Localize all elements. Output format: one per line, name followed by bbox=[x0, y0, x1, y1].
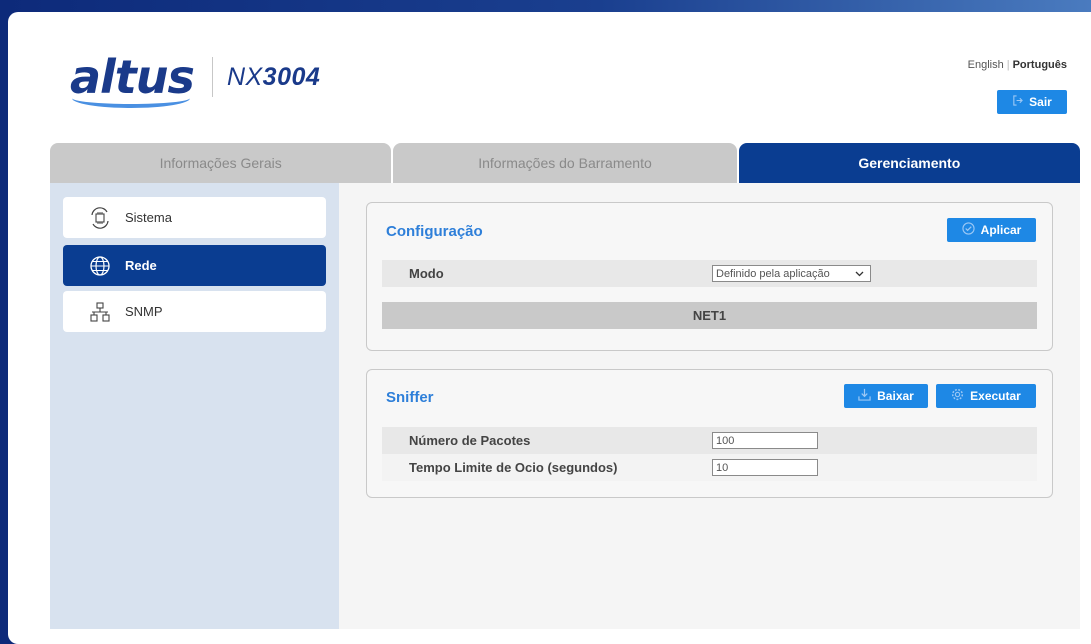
main-tabs: Informações Gerais Informações do Barram… bbox=[50, 143, 1080, 183]
sidebar-item-label: Rede bbox=[125, 258, 157, 273]
mode-row: Modo Definido pela aplicação bbox=[382, 260, 1037, 287]
main-content: Configuração Aplicar Modo Definido pela … bbox=[339, 183, 1080, 629]
download-label: Baixar bbox=[877, 389, 914, 403]
logo-divider bbox=[211, 57, 213, 97]
sidebar-item-sistema[interactable]: Sistema bbox=[63, 197, 326, 238]
chevron-down-icon bbox=[855, 268, 864, 280]
brand-name: altus bbox=[70, 50, 195, 104]
sniffer-title: Sniffer bbox=[386, 389, 434, 406]
download-icon bbox=[858, 388, 871, 404]
sidebar-item-label: Sistema bbox=[125, 210, 172, 225]
lang-portugues-link[interactable]: Português bbox=[1013, 59, 1067, 71]
timeout-row: Tempo Limite de Ocio (segundos) bbox=[382, 454, 1037, 481]
model-prefix: NX bbox=[226, 62, 263, 91]
system-icon bbox=[87, 206, 113, 229]
timeout-label: Tempo Limite de Ocio (segundos) bbox=[409, 460, 618, 475]
logo-swoosh bbox=[72, 98, 190, 108]
model-number: 3004 bbox=[262, 62, 321, 91]
sniffer-panel: Sniffer Baixar Executar Número de Pacote… bbox=[366, 369, 1053, 498]
logout-label: Sair bbox=[1029, 95, 1052, 109]
language-switcher: English | Português bbox=[968, 59, 1067, 71]
mode-select[interactable]: Definido pela aplicação bbox=[712, 265, 871, 282]
config-panel: Configuração Aplicar Modo Definido pela … bbox=[366, 202, 1053, 351]
sidebar-item-snmp[interactable]: SNMP bbox=[63, 291, 326, 332]
run-label: Executar bbox=[970, 389, 1021, 403]
config-title: Configuração bbox=[386, 223, 483, 240]
packets-label: Número de Pacotes bbox=[409, 433, 531, 448]
lang-separator: | bbox=[1006, 59, 1010, 71]
sidebar: Sistema Rede SNMP bbox=[50, 183, 339, 629]
logo: altus NX3004 bbox=[70, 50, 320, 108]
tab-informacoes-barramento[interactable]: Informações do Barramento bbox=[393, 143, 737, 183]
sidebar-item-label: SNMP bbox=[125, 304, 163, 319]
gear-icon bbox=[951, 388, 964, 404]
timeout-input[interactable] bbox=[712, 459, 818, 476]
net1-header: NET1 bbox=[382, 302, 1037, 329]
tab-gerenciamento[interactable]: Gerenciamento bbox=[738, 143, 1080, 183]
run-button[interactable]: Executar bbox=[936, 384, 1036, 408]
packets-input[interactable] bbox=[712, 432, 818, 449]
app-frame: altus NX3004 English | Português Sair Info… bbox=[8, 12, 1091, 644]
mode-select-value: Definido pela aplicação bbox=[716, 267, 830, 280]
check-circle-icon bbox=[962, 222, 975, 238]
lang-english-link[interactable]: English bbox=[968, 59, 1004, 71]
download-button[interactable]: Baixar bbox=[844, 384, 928, 408]
tab-informacoes-gerais[interactable]: Informações Gerais bbox=[50, 143, 392, 183]
mode-label: Modo bbox=[409, 266, 444, 281]
apply-button[interactable]: Aplicar bbox=[947, 218, 1036, 242]
globe-icon bbox=[87, 255, 113, 277]
apply-label: Aplicar bbox=[980, 223, 1022, 237]
network-icon bbox=[87, 301, 113, 323]
logout-icon bbox=[1012, 95, 1024, 109]
sidebar-item-rede[interactable]: Rede bbox=[63, 245, 326, 286]
brand-logo: altus bbox=[70, 50, 195, 108]
model-name: NX3004 bbox=[227, 63, 320, 92]
packets-row: Número de Pacotes bbox=[382, 427, 1037, 454]
logout-button[interactable]: Sair bbox=[997, 90, 1067, 114]
